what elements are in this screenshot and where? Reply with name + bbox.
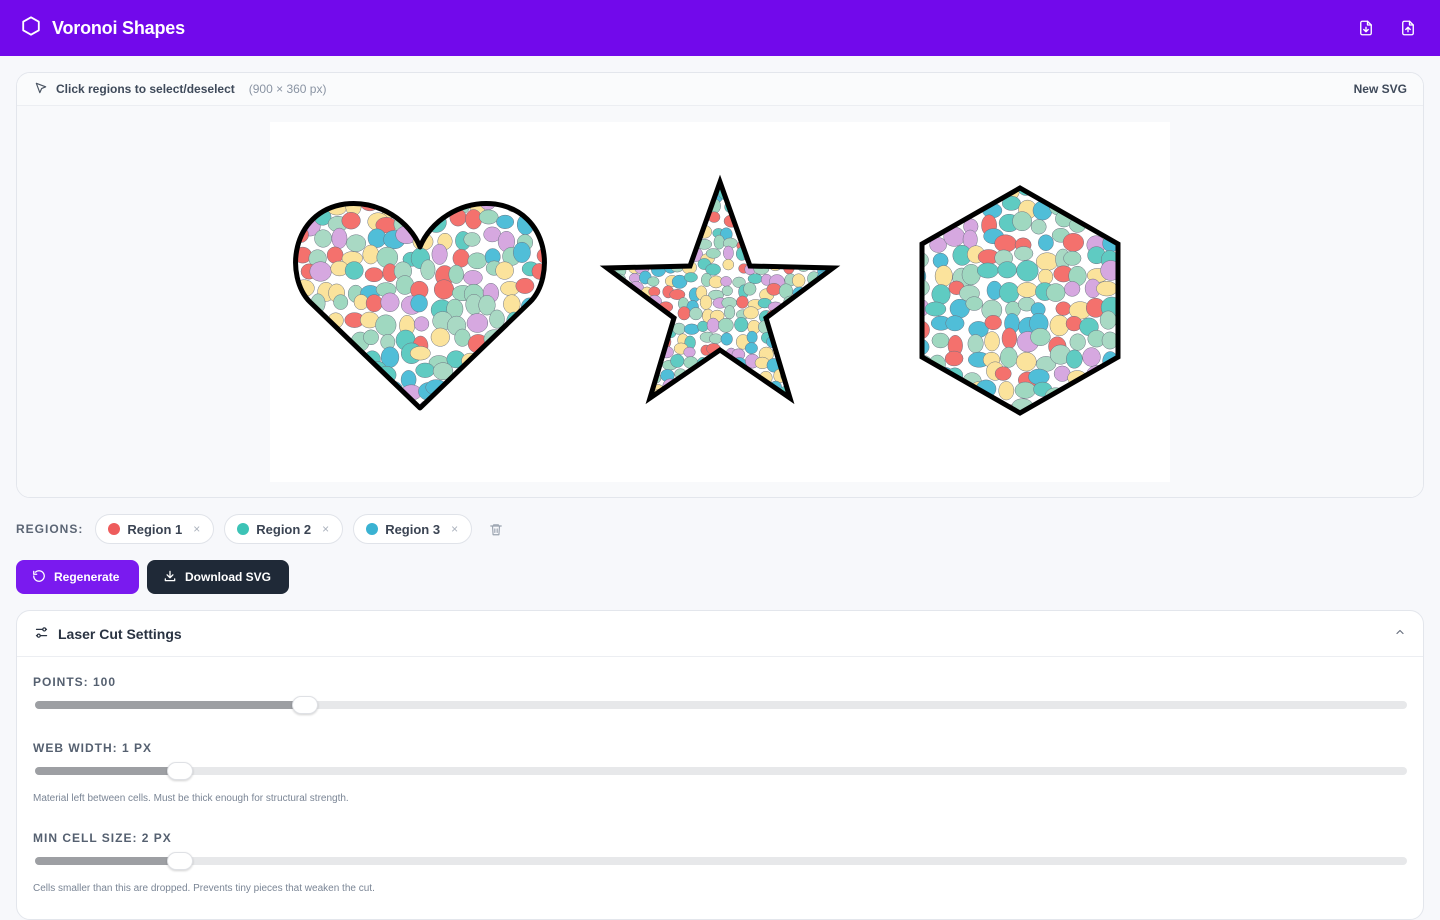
canvas-dimensions: (900 × 360 px) <box>248 82 327 96</box>
region-chip-label: Region 3 <box>385 521 441 537</box>
download-label: Download SVG <box>185 570 272 584</box>
hexagon-logo-icon <box>20 15 42 42</box>
file-download-icon[interactable] <box>1356 18 1376 38</box>
refresh-icon <box>32 569 46 586</box>
sliders-icon <box>34 625 49 643</box>
voronoi-canvas[interactable] <box>270 122 1170 482</box>
close-icon[interactable]: × <box>322 522 329 536</box>
region-chip-label: Region 1 <box>127 521 183 537</box>
web-width-help: Material left between cells. Must be thi… <box>33 793 349 804</box>
min-cell-size-slider-fill <box>35 857 181 865</box>
laser-cut-settings: Laser Cut Settings POINTS: 100 WEB WIDTH… <box>16 610 1424 920</box>
file-upload-icon[interactable] <box>1398 18 1418 38</box>
points-slider-fill <box>35 701 306 709</box>
regenerate-button[interactable]: Regenerate <box>16 560 139 594</box>
points-setting: POINTS: 100 <box>33 675 1407 714</box>
regions-label: REGIONS: <box>16 522 84 536</box>
settings-header[interactable]: Laser Cut Settings <box>17 611 1423 657</box>
canvas-area <box>17 106 1423 497</box>
region-color-dot <box>366 523 379 535</box>
web-width-slider[interactable] <box>35 762 1407 780</box>
min-cell-size-setting: MIN CELL SIZE: 2 PX Cells smaller than t… <box>33 831 1407 894</box>
canvas-card: Click regions to select/deselect (900 × … <box>16 72 1424 498</box>
min-cell-size-label: MIN CELL SIZE: 2 PX <box>33 831 172 845</box>
app-header: Voronoi Shapes <box>0 0 1440 56</box>
min-cell-size-help: Cells smaller than this are dropped. Pre… <box>33 883 375 894</box>
region-color-dot <box>237 523 250 535</box>
region-chip[interactable]: Region 1 × <box>95 514 215 544</box>
region-hexagon[interactable] <box>908 176 1124 426</box>
selection-hint: Click regions to select/deselect (900 × … <box>34 81 326 98</box>
regions-bar: REGIONS: Region 1 × Region 2 × Region 3 … <box>16 514 506 544</box>
region-chip[interactable]: Region 2 × <box>224 514 344 544</box>
region-color-dot <box>108 523 121 535</box>
download-svg-button[interactable]: Download SVG <box>147 560 289 594</box>
points-label: POINTS: 100 <box>33 675 117 689</box>
regenerate-label: Regenerate <box>54 570 120 584</box>
close-icon[interactable]: × <box>451 522 458 536</box>
new-svg-button[interactable]: New SVG <box>1354 82 1407 96</box>
region-heart[interactable] <box>293 190 558 422</box>
app-title: Voronoi Shapes <box>52 17 185 38</box>
web-width-setting: WEB WIDTH: 1 PX Material left between ce… <box>33 741 1407 804</box>
web-width-label: WEB WIDTH: 1 PX <box>33 741 152 755</box>
brand: Voronoi Shapes <box>20 15 185 42</box>
hint-text: Click regions to select/deselect <box>56 82 235 96</box>
web-width-slider-fill <box>35 767 181 775</box>
min-cell-size-slider[interactable] <box>35 852 1407 870</box>
settings-title: Laser Cut Settings <box>58 625 182 642</box>
region-chip[interactable]: Region 3 × <box>353 514 473 544</box>
canvas-toolbar: Click regions to select/deselect (900 × … <box>17 73 1423 106</box>
points-slider[interactable] <box>35 696 1407 714</box>
min-cell-size-slider-thumb[interactable] <box>167 852 194 870</box>
points-slider-thumb[interactable] <box>292 696 319 714</box>
header-actions <box>1356 18 1418 38</box>
region-chip-label: Region 2 <box>256 521 312 537</box>
download-icon <box>163 569 177 586</box>
trash-icon[interactable] <box>486 519 506 539</box>
chevron-up-icon[interactable] <box>1394 625 1406 643</box>
pointer-icon <box>34 81 48 98</box>
web-width-slider-thumb[interactable] <box>167 762 194 780</box>
action-buttons: Regenerate Download SVG <box>16 560 289 594</box>
close-icon[interactable]: × <box>193 522 200 536</box>
